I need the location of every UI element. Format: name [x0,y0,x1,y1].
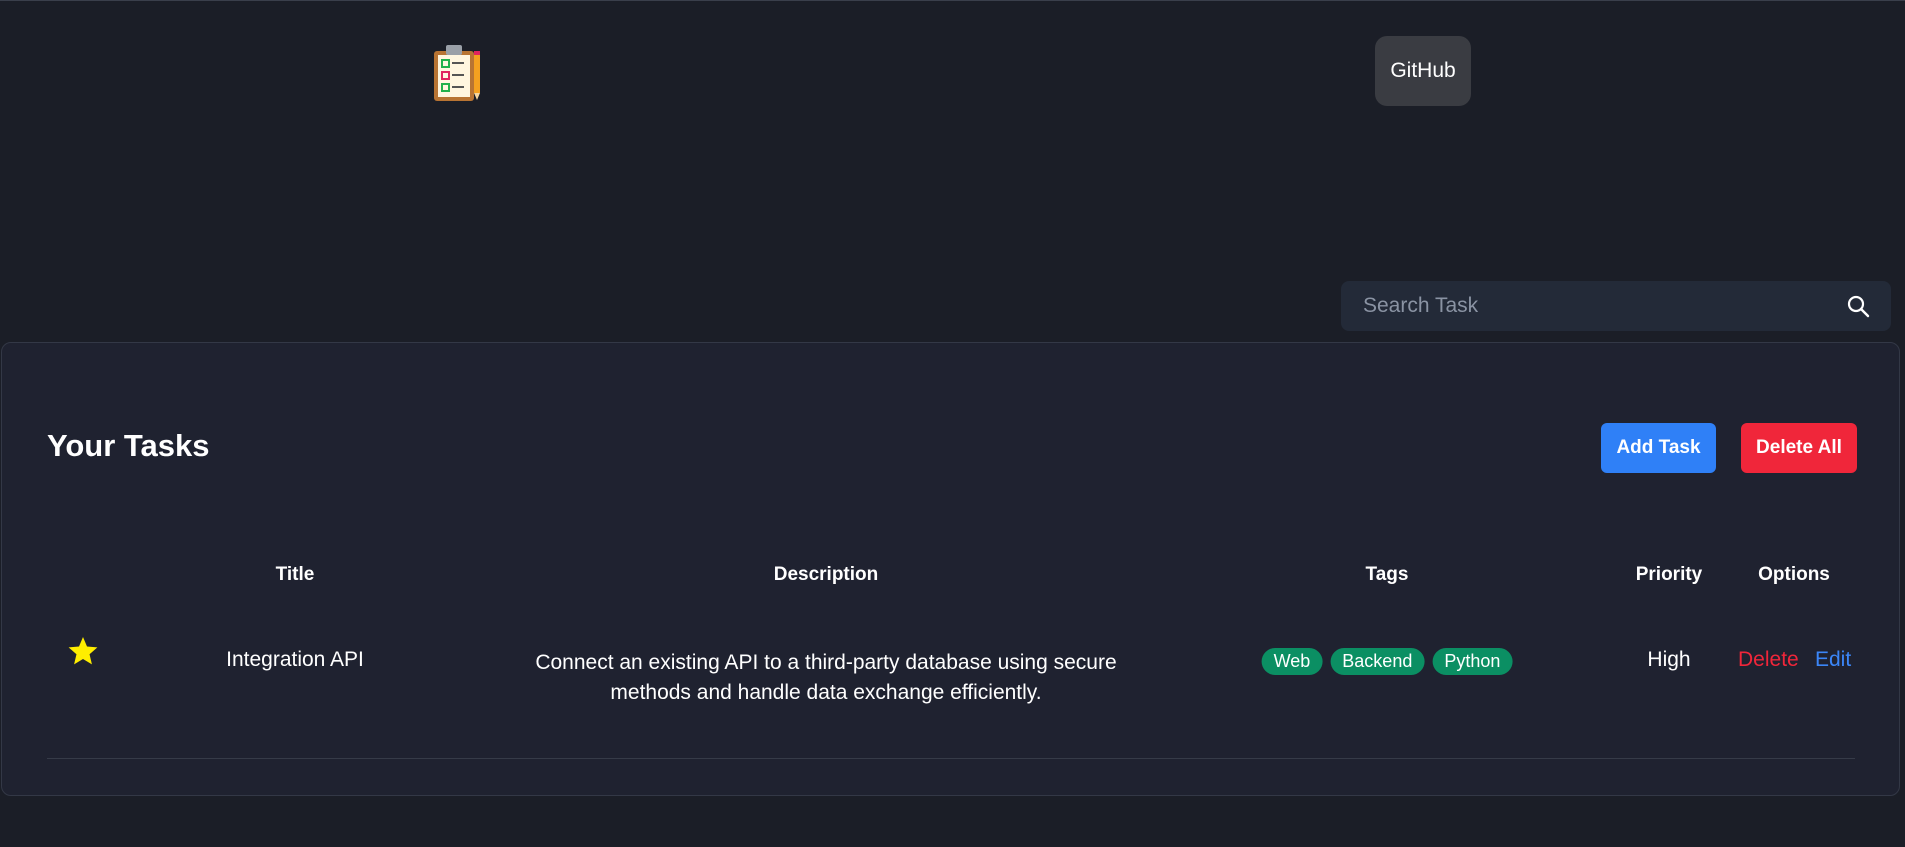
delete-task-link[interactable]: Delete [1738,648,1799,672]
search-box [1341,281,1891,331]
star-icon[interactable] [67,635,99,667]
column-header-title: Title [275,564,315,585]
edit-task-link[interactable]: Edit [1815,648,1851,672]
tag-badge: Web [1261,648,1323,675]
tag-badge: Backend [1330,648,1425,675]
column-header-tags: Tags [1365,564,1409,585]
search-icon[interactable] [1845,293,1871,319]
github-button[interactable]: GitHub [1375,36,1471,106]
search-input[interactable] [1361,293,1845,319]
add-task-button[interactable]: Add Task [1601,423,1716,473]
task-description: Connect an existing API to a third-party… [535,651,1117,704]
task-title: Integration API [226,648,364,671]
delete-all-button[interactable]: Delete All [1741,423,1857,473]
table-row: Integration API Connect an existing API … [47,633,1855,759]
tag-badge: Python [1432,648,1513,675]
tasks-card: Your Tasks Add Task Delete All Title Des… [1,342,1900,796]
clipboard-checklist-icon [430,43,486,103]
column-header-description: Description [773,564,879,585]
page-title: Your Tasks [47,428,210,463]
column-header-options: Options [1758,564,1830,585]
column-header-priority: Priority [1635,564,1703,585]
task-tags: Web Backend Python [1261,648,1513,675]
task-priority: High [1647,648,1691,671]
